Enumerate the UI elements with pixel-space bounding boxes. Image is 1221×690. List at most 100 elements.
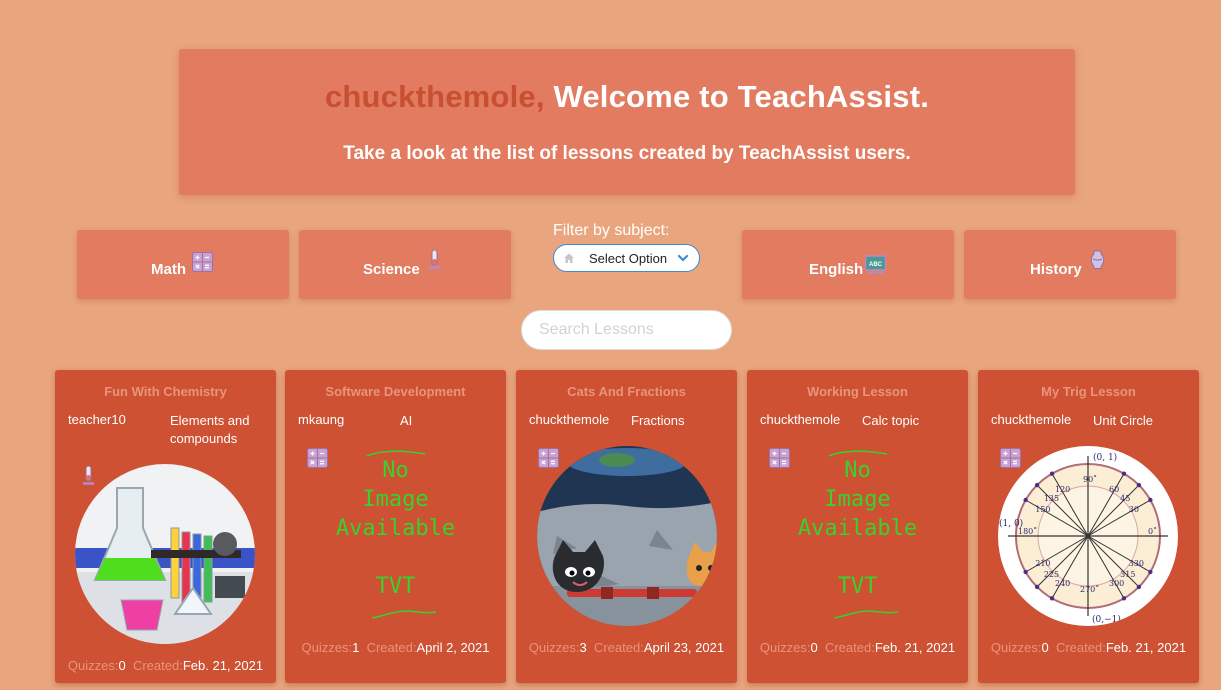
unit-circle-point (1034, 482, 1040, 488)
no-image-line: Image (824, 487, 891, 512)
lesson-card-trig-lesson[interactable]: My Trig Lesson chuckthemole Unit Circle … (978, 370, 1199, 683)
history-subject-button[interactable]: History (964, 230, 1176, 299)
unit-circle-angle-label: 30 (1129, 505, 1139, 514)
science-subject-button[interactable]: Science (299, 230, 511, 299)
created-label: Created: (132, 658, 183, 673)
unit-circle-label: 180˚ (1018, 527, 1037, 536)
created-date: Feb. 21, 2021 (182, 658, 264, 673)
unit-circle-label: 0˚ (1148, 527, 1157, 536)
lesson-author: mkaung (298, 412, 345, 427)
quizzes-label: Quizzes: (990, 640, 1042, 655)
lesson-topic: AI (400, 413, 413, 428)
lesson-topic: Calc topic (862, 413, 920, 428)
lesson-title: Working Lesson (807, 384, 908, 399)
quizzes-label: Quizzes: (301, 640, 353, 655)
quizzes-label: Quizzes: (528, 640, 580, 655)
lesson-author: teacher10 (68, 412, 126, 427)
search-lessons-input[interactable] (521, 310, 732, 350)
unit-circle-label: 90˚ (1083, 475, 1097, 484)
unit-circle-angle-label: 240 (1055, 579, 1070, 588)
unit-circle-point (1148, 497, 1153, 503)
no-image-line: Image (362, 487, 429, 512)
unit-circle-angle-label: 330 (1129, 559, 1144, 568)
unit-circle-angle-label: 150 (1035, 505, 1050, 514)
quiz-count: 3 (579, 640, 587, 655)
quizzes-label: Quizzes: (759, 640, 811, 655)
lesson-topic: Elements and compounds (170, 413, 250, 446)
english-subject-button[interactable]: English (742, 230, 954, 299)
no-image-tag: TVT (375, 574, 416, 599)
welcome-heading: chuckthemole, Welcome to TeachAssist. (179, 79, 1075, 115)
unit-circle-lesson-image: (0, 1) (1, 0) (0,−1) 0˚ 90˚ 180˚ 270˚ 30… (998, 446, 1178, 626)
science-subject-label: Science (363, 261, 420, 278)
created-label: Created: (366, 640, 417, 655)
lesson-title: Software Development (325, 384, 466, 399)
unit-circle-angle-label: 210 (1035, 559, 1050, 568)
created-label: Created: (593, 640, 644, 655)
unit-circle-point (1136, 482, 1142, 488)
test-tube-icon (78, 466, 99, 486)
chalkboard-icon (865, 254, 886, 274)
lesson-card-working-lesson[interactable]: Working Lesson chuckthemole Calc topic N… (747, 370, 968, 683)
welcome-banner: chuckthemole, Welcome to TeachAssist. Ta… (179, 49, 1075, 195)
unit-circle-point (1049, 471, 1055, 476)
unit-circle-point (1023, 497, 1028, 503)
filter-label: Filter by subject: (553, 222, 670, 239)
unit-circle-label: 270˚ (1080, 585, 1099, 594)
unit-circle-point (1121, 596, 1127, 601)
lesson-footer: Quizzes:3 Created:April 23, 2021 (516, 640, 737, 655)
welcome-username: chuckthemole, (324, 79, 545, 114)
unit-circle-angle-label: 300 (1109, 579, 1124, 588)
unit-circle-angle-label: 60 (1109, 485, 1119, 494)
no-image-placeholder: No Image Available TVT (747, 456, 968, 601)
no-image-line: No (844, 458, 871, 483)
unit-circle-point (1023, 569, 1028, 575)
no-image-line: No (382, 458, 409, 483)
welcome-subtitle: Take a look at the list of lessons creat… (343, 143, 911, 164)
lesson-author: chuckthemole (991, 412, 1072, 427)
unit-circle-label: (0,−1) (1092, 614, 1121, 625)
home-icon (564, 253, 574, 263)
no-image-placeholder: No Image Available TVT (285, 456, 506, 601)
created-label: Created: (824, 640, 875, 655)
quiz-count: 0 (810, 640, 818, 655)
chemistry-lesson-image (75, 464, 255, 644)
quiz-count: 1 (352, 640, 360, 655)
subject-filter: Filter by subject: Select Option (553, 222, 703, 272)
quiz-count: 0 (118, 658, 126, 673)
lesson-card-cats-and-fractions[interactable]: Cats And Fractions chuckthemole Fraction… (516, 370, 737, 683)
test-tube-icon (424, 250, 445, 270)
cats-fractions-lesson-image (537, 446, 717, 626)
calculator-icon (538, 448, 559, 468)
lesson-card-software-development[interactable]: Software Development mkaung AI No Image … (285, 370, 506, 683)
subject-select[interactable]: Select Option (553, 244, 700, 272)
lesson-topic: Fractions (631, 413, 685, 428)
lesson-footer: Quizzes:0 Created:Feb. 21, 2021 (747, 640, 968, 655)
lesson-topic: Unit Circle (1093, 413, 1153, 428)
lesson-footer: Quizzes:0 Created:Feb. 21, 2021 (978, 640, 1199, 655)
lesson-title: My Trig Lesson (1041, 384, 1136, 399)
lesson-author: chuckthemole (529, 412, 610, 427)
unit-circle-point (1136, 584, 1142, 590)
history-subject-label: History (1030, 261, 1082, 278)
vase-icon (1087, 250, 1108, 270)
lesson-footer: Quizzes:0 Created:Feb. 21, 2021 (55, 658, 276, 673)
math-subject-label: Math (151, 261, 186, 278)
no-image-line: Available (797, 516, 918, 541)
english-subject-label: English (809, 261, 864, 278)
created-date: April 2, 2021 (416, 640, 490, 655)
unit-circle-label: (0, 1) (1093, 452, 1117, 463)
lesson-footer: Quizzes:1 Created:April 2, 2021 (285, 640, 506, 655)
created-date: Feb. 21, 2021 (1105, 640, 1187, 655)
calculator-icon (1000, 448, 1021, 468)
unit-circle-angle-label: 45 (1120, 494, 1130, 503)
math-subject-button[interactable]: Math (77, 230, 289, 299)
lesson-author: chuckthemole (760, 412, 841, 427)
unit-circle-angle-label: 135 (1044, 494, 1059, 503)
created-date: April 23, 2021 (643, 640, 725, 655)
lesson-card-chemistry[interactable]: Fun With Chemistry teacher10 Elements an… (55, 370, 276, 683)
quiz-count: 0 (1041, 640, 1049, 655)
welcome-title: Welcome to TeachAssist. (544, 79, 930, 114)
no-image-tag: TVT (837, 574, 878, 599)
unit-circle-point (1049, 596, 1055, 601)
